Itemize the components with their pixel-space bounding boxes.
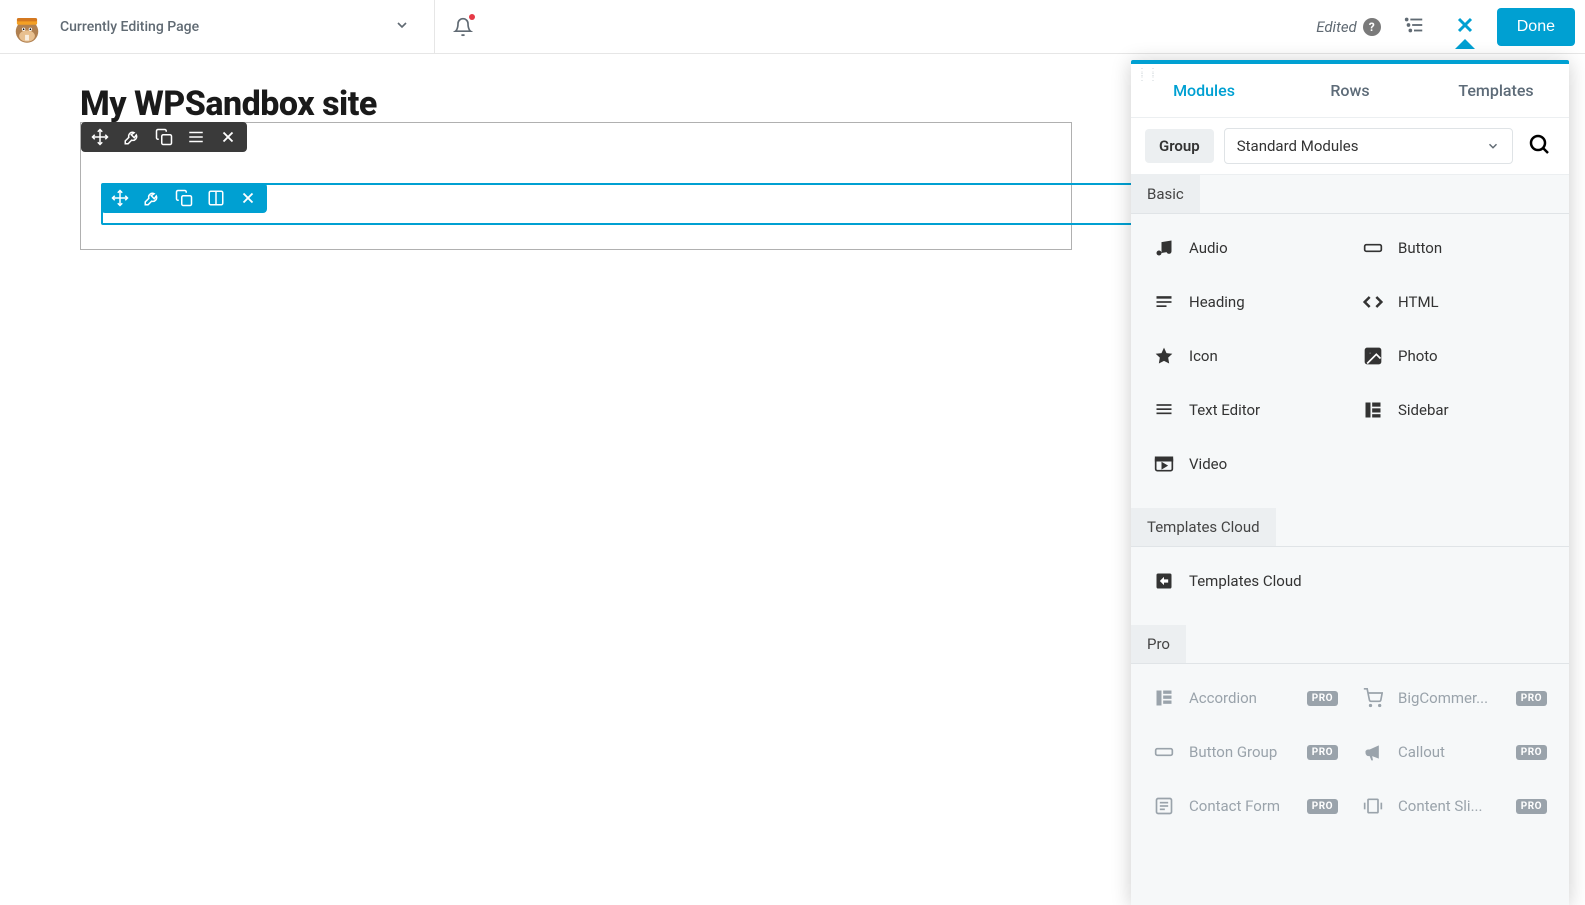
- pro-badge: PRO: [1307, 691, 1338, 706]
- column-outline[interactable]: [101, 183, 1167, 225]
- module-bigcommerce[interactable]: BigCommer...PRO: [1356, 674, 1553, 722]
- button-icon: [1153, 742, 1175, 762]
- close-panel-button[interactable]: [1439, 13, 1491, 41]
- sidebar-icon: [1362, 400, 1384, 420]
- module-contact-form[interactable]: Contact FormPRO: [1147, 782, 1344, 830]
- done-button[interactable]: Done: [1497, 8, 1575, 46]
- pro-badge: PRO: [1516, 799, 1547, 814]
- chevron-down-icon: [1486, 139, 1500, 153]
- templates-cloud-icon: [1153, 571, 1175, 591]
- module-callout[interactable]: CalloutPRO: [1356, 728, 1553, 776]
- search-button[interactable]: [1523, 128, 1555, 164]
- music-icon: [1153, 238, 1175, 258]
- pro-badge: PRO: [1307, 745, 1338, 760]
- slider-icon: [1362, 796, 1384, 816]
- pro-badge: PRO: [1307, 799, 1338, 814]
- wrench-icon[interactable]: [123, 128, 141, 146]
- module-audio[interactable]: Audio: [1147, 224, 1344, 272]
- module-html[interactable]: HTML: [1356, 278, 1553, 326]
- notification-dot-icon: [469, 14, 475, 20]
- close-icon[interactable]: [219, 128, 237, 146]
- module-templates-cloud[interactable]: Templates Cloud: [1147, 557, 1344, 605]
- editing-title: Currently Editing Page: [60, 19, 199, 35]
- close-icon[interactable]: [239, 189, 257, 207]
- drag-handle-icon[interactable]: ⋮⋮⋮⋮: [1137, 70, 1159, 80]
- bullhorn-icon: [1362, 742, 1384, 762]
- module-sidebar[interactable]: Sidebar: [1356, 386, 1553, 434]
- heading-icon: [1153, 292, 1175, 312]
- module-group-dropdown[interactable]: Standard Modules: [1224, 128, 1513, 164]
- pro-modules-grid: AccordionPRO BigCommer...PRO Button Grou…: [1131, 664, 1569, 850]
- tab-templates[interactable]: Templates: [1423, 64, 1569, 117]
- copy-icon[interactable]: [155, 128, 173, 146]
- section-pro-header: Pro: [1131, 625, 1186, 663]
- code-icon: [1362, 292, 1384, 312]
- notifications-button[interactable]: [435, 0, 491, 54]
- title-block[interactable]: Currently Editing Page: [54, 1, 434, 53]
- cart-icon: [1362, 688, 1384, 708]
- section-templates-cloud-header: Templates Cloud: [1131, 508, 1276, 546]
- pro-badge: PRO: [1516, 691, 1547, 706]
- wrench-icon[interactable]: [143, 189, 161, 207]
- module-text-editor[interactable]: Text Editor: [1147, 386, 1344, 434]
- move-icon[interactable]: [111, 189, 129, 207]
- dropdown-value: Standard Modules: [1237, 137, 1359, 155]
- top-bar: Currently Editing Page Edited ? Done: [0, 0, 1585, 54]
- chevron-down-icon[interactable]: [386, 9, 418, 45]
- video-icon: [1153, 454, 1175, 474]
- group-chip[interactable]: Group: [1145, 129, 1214, 163]
- module-icon[interactable]: Icon: [1147, 332, 1344, 380]
- builder-logo[interactable]: [0, 0, 54, 54]
- panel-controls: Group Standard Modules: [1131, 118, 1569, 175]
- row-toolbar: [81, 122, 247, 152]
- templates-cloud-grid: Templates Cloud: [1131, 547, 1569, 625]
- copy-icon[interactable]: [175, 189, 193, 207]
- menu-icon[interactable]: [187, 128, 205, 146]
- row-outline[interactable]: [80, 122, 1072, 250]
- tab-rows[interactable]: Rows: [1277, 64, 1423, 117]
- module-content-slider[interactable]: Content Sli...PRO: [1356, 782, 1553, 830]
- outline-button[interactable]: [1389, 14, 1439, 40]
- module-heading[interactable]: Heading: [1147, 278, 1344, 326]
- search-icon: [1527, 132, 1551, 156]
- button-icon: [1362, 238, 1384, 258]
- accordion-icon: [1153, 688, 1175, 708]
- edited-status[interactable]: Edited ?: [1308, 18, 1389, 36]
- basic-modules-grid: Audio Button Heading HTML Icon Photo Tex…: [1131, 214, 1569, 508]
- move-icon[interactable]: [91, 128, 109, 146]
- pro-badge: PRO: [1516, 745, 1547, 760]
- module-photo[interactable]: Photo: [1356, 332, 1553, 380]
- text-icon: [1153, 400, 1175, 420]
- help-icon[interactable]: ?: [1363, 18, 1381, 36]
- panel-body[interactable]: Basic Audio Button Heading HTML Icon Pho…: [1131, 175, 1569, 905]
- star-icon: [1153, 346, 1175, 366]
- column-toolbar: [101, 183, 267, 213]
- image-icon: [1362, 346, 1384, 366]
- edited-label: Edited: [1316, 18, 1357, 36]
- columns-icon[interactable]: [207, 189, 225, 207]
- panel-tabs: Modules Rows Templates: [1131, 64, 1569, 118]
- content-panel: ⋮⋮⋮⋮ Modules Rows Templates Group Standa…: [1131, 60, 1569, 905]
- section-basic-header: Basic: [1131, 175, 1200, 213]
- module-button-group[interactable]: Button GroupPRO: [1147, 728, 1344, 776]
- module-video[interactable]: Video: [1147, 440, 1344, 488]
- module-button[interactable]: Button: [1356, 224, 1553, 272]
- form-icon: [1153, 796, 1175, 816]
- module-accordion[interactable]: AccordionPRO: [1147, 674, 1344, 722]
